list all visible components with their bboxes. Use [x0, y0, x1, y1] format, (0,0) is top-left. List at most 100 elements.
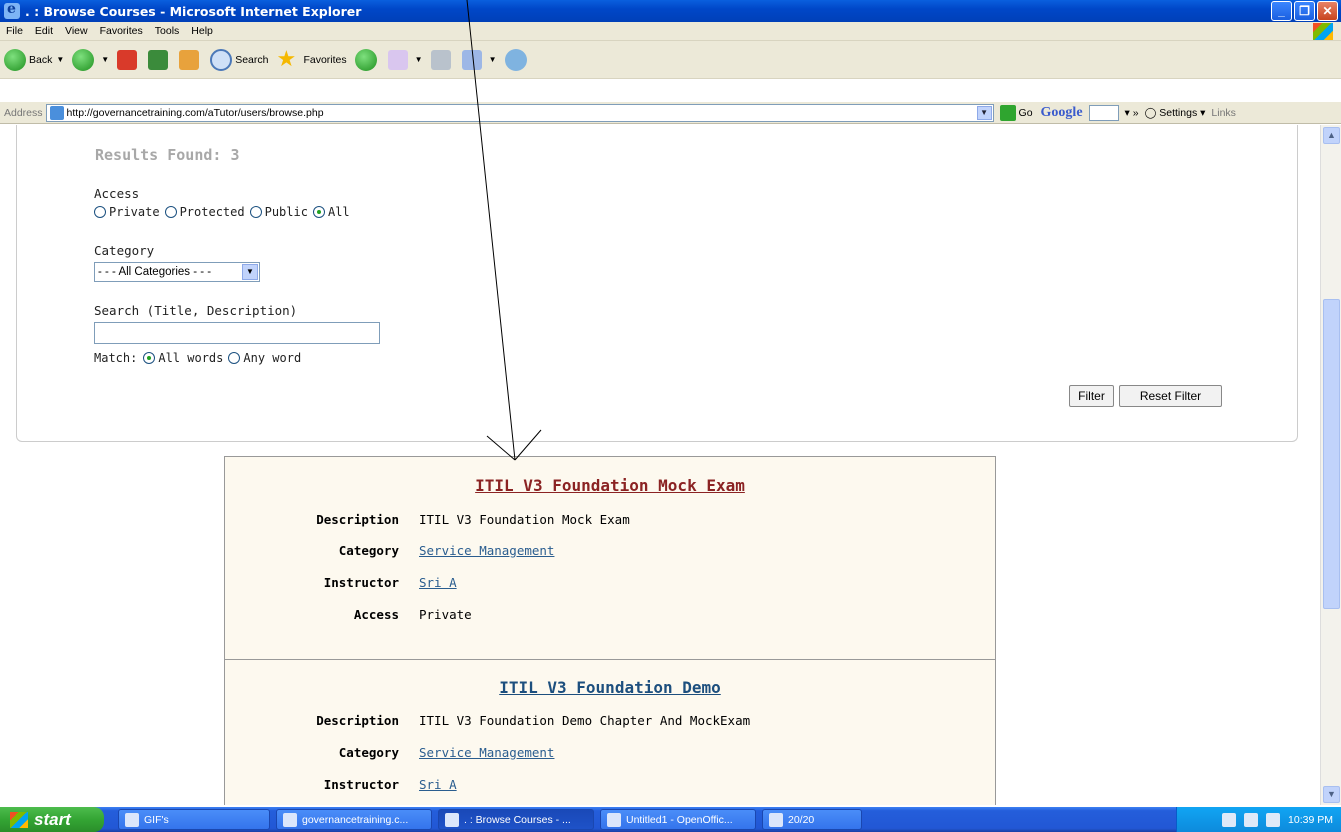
access-private-radio[interactable]: Private	[94, 205, 160, 219]
folder-icon	[125, 812, 139, 827]
clock: 10:39 PM	[1288, 813, 1333, 826]
ie-icon	[283, 812, 297, 827]
network-icon[interactable]	[1244, 812, 1259, 827]
course-access: Private	[419, 607, 472, 622]
scroll-thumb[interactable]	[1323, 299, 1340, 609]
maximize-button[interactable]: ❐	[1294, 1, 1315, 21]
access-label: Access	[94, 186, 140, 201]
access-all-radio[interactable]: All	[312, 205, 350, 219]
history-button[interactable]	[354, 48, 380, 71]
match-any-word-radio[interactable]: Any word	[228, 351, 301, 365]
history-icon	[354, 48, 377, 71]
taskbar: start GIF's governancetraining.c... . : …	[0, 807, 1341, 832]
volume-icon[interactable]	[1266, 812, 1281, 827]
go-arrow-icon	[999, 104, 1016, 121]
description-label: Description	[316, 713, 399, 728]
search-input[interactable]	[94, 322, 380, 344]
page-icon	[49, 105, 64, 120]
match-all-words-radio[interactable]: All words	[143, 351, 223, 365]
search-button[interactable]: Search	[210, 48, 268, 71]
stop-button[interactable]	[117, 49, 140, 70]
back-arrow-icon	[4, 48, 26, 71]
app-icon	[769, 812, 783, 827]
address-bar: Address http://governancetraining.com/aT…	[0, 102, 1341, 124]
messenger-button[interactable]	[504, 48, 530, 71]
start-button[interactable]: start	[0, 807, 104, 832]
refresh-button[interactable]	[148, 49, 171, 70]
ie-icon	[445, 812, 459, 827]
category-select[interactable]: - - - All Categories - - - ▼	[94, 262, 260, 282]
close-button[interactable]: ✕	[1317, 1, 1338, 21]
menu-favorites[interactable]: Favorites	[94, 25, 149, 37]
category-label: Category	[94, 243, 155, 258]
messenger-icon	[504, 48, 527, 71]
google-logo: Google	[1040, 104, 1083, 120]
filter-button[interactable]: Filter	[1069, 385, 1114, 407]
results-count: Results Found: 3	[95, 146, 240, 164]
reset-filter-button[interactable]: Reset Filter	[1119, 385, 1222, 407]
course-category-link[interactable]: Service Management	[419, 745, 554, 760]
address-url: http://governancetraining.com/aTutor/use…	[66, 106, 324, 119]
edit-icon	[461, 49, 482, 70]
menu-file[interactable]: File	[0, 25, 29, 37]
go-button[interactable]: Go	[999, 104, 1033, 121]
course-title-link[interactable]: ITIL V3 Foundation Mock Exam	[225, 476, 995, 495]
course-title-link[interactable]: ITIL V3 Foundation Demo	[225, 678, 995, 697]
course-instructor-link[interactable]: Sri A	[419, 575, 457, 590]
category-label: Category	[338, 543, 399, 558]
address-input[interactable]: http://governancetraining.com/aTutor/use…	[45, 103, 994, 122]
access-public-radio[interactable]: Public	[249, 205, 308, 219]
course-card: ITIL V3 Foundation Demo Description ITIL …	[224, 659, 996, 805]
task-2020[interactable]: 20/20	[762, 809, 862, 830]
scroll-up-icon[interactable]: ▲	[1323, 127, 1340, 144]
minimize-button[interactable]: _	[1271, 1, 1292, 21]
google-search-input[interactable]	[1088, 104, 1119, 121]
star-icon: ★	[276, 45, 297, 71]
course-card: ITIL V3 Foundation Mock Exam Description…	[224, 456, 996, 660]
scroll-down-icon[interactable]: ▼	[1323, 786, 1340, 803]
menu-view[interactable]: View	[59, 25, 94, 37]
mail-button[interactable]: ▼	[387, 49, 423, 70]
course-description: ITIL V3 Foundation Demo Chapter And Mock…	[419, 713, 751, 728]
window-titlebar[interactable]: . : Browse Courses - Microsoft Internet …	[0, 0, 1341, 22]
forward-arrow-icon	[72, 48, 95, 71]
back-button[interactable]: Back ▼	[4, 48, 64, 71]
home-icon	[179, 49, 200, 70]
access-protected-radio[interactable]: Protected	[164, 205, 245, 219]
favorites-button[interactable]: ★ Favorites	[276, 45, 346, 71]
page-viewport: Results Found: 3 Access Private Protecte…	[0, 125, 1320, 805]
print-button[interactable]	[430, 49, 454, 70]
ie-icon	[4, 1, 20, 19]
menu-help[interactable]: Help	[185, 25, 219, 37]
menu-edit[interactable]: Edit	[29, 25, 59, 37]
help-icon[interactable]	[1222, 812, 1237, 827]
window-title: . : Browse Courses - Microsoft Internet …	[25, 3, 362, 19]
mail-icon	[387, 49, 408, 70]
system-tray: 10:39 PM	[1176, 807, 1341, 832]
course-category-link[interactable]: Service Management	[419, 543, 554, 558]
links-button[interactable]: Links	[1211, 107, 1236, 119]
home-button[interactable]	[179, 49, 202, 70]
browser-toolbar: Back ▼ ▼ Search ★ Favorites ▼ ▼	[0, 41, 1341, 79]
vertical-scrollbar[interactable]: ▲ ▼	[1320, 125, 1341, 805]
menu-tools[interactable]: Tools	[149, 25, 186, 37]
stop-icon	[117, 49, 138, 70]
windows-flag-icon	[10, 811, 28, 828]
edit-button[interactable]: ▼	[461, 49, 497, 70]
course-instructor-link[interactable]: Sri A	[419, 777, 457, 792]
openoffice-icon	[607, 812, 621, 827]
google-dropdown-icon[interactable]: ▾ »	[1125, 107, 1139, 119]
match-label: Match:	[94, 351, 138, 365]
settings-button[interactable]: ◯ Settings ▾	[1145, 107, 1206, 119]
address-dropdown-icon[interactable]: ▼	[976, 105, 992, 120]
forward-button[interactable]: ▼	[72, 48, 109, 71]
access-radio-group: Private Protected Public All	[94, 205, 355, 219]
course-description: ITIL V3 Foundation Mock Exam	[419, 512, 630, 527]
task-gifs[interactable]: GIF's	[118, 809, 270, 830]
instructor-label: Instructor	[323, 575, 399, 590]
task-browse-courses[interactable]: . : Browse Courses - ...	[438, 809, 594, 830]
instructor-label: Instructor	[323, 777, 399, 792]
access-label: Access	[353, 607, 399, 622]
task-openoffice[interactable]: Untitled1 - OpenOffic...	[600, 809, 756, 830]
task-governancetraining[interactable]: governancetraining.c...	[276, 809, 432, 830]
